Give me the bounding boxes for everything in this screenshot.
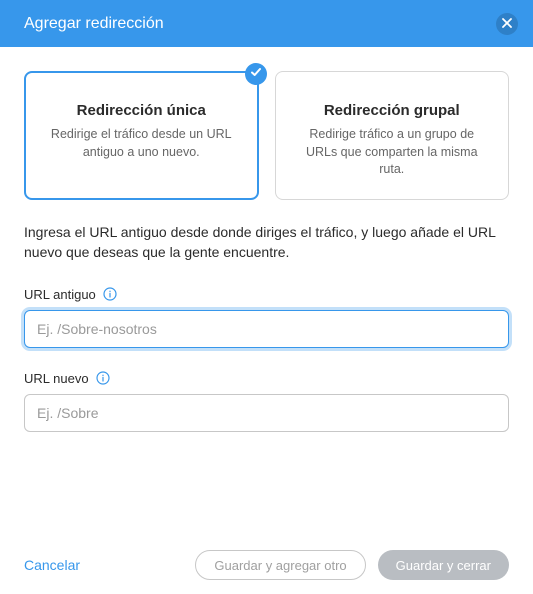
redirect-type-cards: Redirección única Redirige el tráfico de… — [24, 71, 509, 200]
field-label: URL antiguo — [24, 287, 96, 302]
card-single-redirect[interactable]: Redirección única Redirige el tráfico de… — [24, 71, 259, 200]
field-old-url: URL antiguo — [24, 286, 509, 348]
dialog-footer: Cancelar Guardar y agregar otro Guardar … — [0, 536, 533, 594]
cancel-button[interactable]: Cancelar — [24, 557, 80, 573]
field-new-url: URL nuevo — [24, 370, 509, 432]
field-label-row: URL nuevo — [24, 370, 509, 386]
save-and-add-another-button[interactable]: Guardar y agregar otro — [195, 550, 365, 580]
check-icon — [250, 65, 262, 83]
field-label-row: URL antiguo — [24, 286, 509, 302]
card-description: Redirige tráfico a un grupo de URLs que … — [294, 126, 491, 179]
selected-check-badge — [245, 63, 267, 85]
new-url-input[interactable] — [24, 394, 509, 432]
info-icon[interactable] — [95, 370, 111, 386]
card-title: Redirección única — [43, 102, 240, 119]
card-description: Redirige el tráfico desde un URL antiguo… — [43, 126, 240, 161]
intro-text: Ingresa el URL antiguo desde donde dirig… — [24, 222, 509, 263]
info-icon[interactable] — [102, 286, 118, 302]
dialog-content: Redirección única Redirige el tráfico de… — [0, 47, 533, 536]
save-and-close-button[interactable]: Guardar y cerrar — [378, 550, 509, 580]
close-button[interactable] — [496, 13, 518, 35]
dialog-header: Agregar redirección — [0, 0, 533, 47]
footer-actions: Guardar y agregar otro Guardar y cerrar — [195, 550, 509, 580]
card-group-redirect[interactable]: Redirección grupal Redirige tráfico a un… — [275, 71, 510, 200]
dialog-title: Agregar redirección — [24, 15, 164, 33]
field-label: URL nuevo — [24, 371, 89, 386]
close-icon — [502, 16, 512, 31]
card-title: Redirección grupal — [294, 102, 491, 119]
old-url-input[interactable] — [24, 310, 509, 348]
